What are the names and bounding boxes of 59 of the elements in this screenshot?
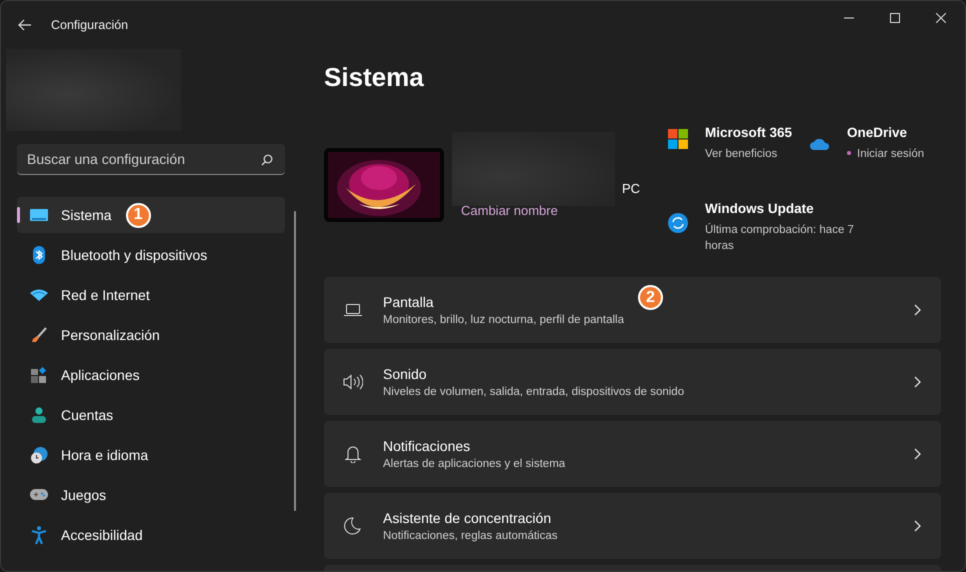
back-icon[interactable]: [18, 19, 32, 31]
card-title: Notificaciones: [383, 438, 472, 454]
moon-icon: [343, 517, 363, 535]
card-subtitle: Alertas de aplicaciones y el sistema: [383, 458, 566, 470]
settings-card[interactable]: Asistente de concentración Notificaciones, reglas automáticas: [324, 493, 941, 559]
sidebar-item[interactable]: Bluetooth y dispositivos: [17, 237, 285, 273]
card-subtitle: Niveles de volumen, salida, entrada, dispositivos de sonido: [383, 386, 684, 398]
card-title: Pantalla: [383, 294, 435, 310]
sidebar-item[interactable]: Aplicaciones: [17, 357, 285, 393]
maximize-icon[interactable]: [890, 13, 900, 23]
speaker-icon: [343, 374, 363, 390]
gamepad-icon: [29, 489, 49, 501]
card-subtitle: Notificaciones, reglas automáticas: [383, 530, 558, 542]
close-icon[interactable]: [936, 13, 946, 23]
sidebar-item[interactable]: Accesibilidad: [17, 517, 285, 553]
sidebar-item[interactable]: Sistema 1: [17, 197, 285, 233]
tile-subtitle: Última comprobación: hace 7 horas: [705, 222, 855, 254]
chevron-icon: [914, 520, 921, 532]
monitor-icon: [29, 209, 49, 221]
tile-title[interactable]: Windows Update: [705, 201, 875, 216]
brush-icon: [29, 327, 49, 343]
tile-subtitle: Ver beneficios: [705, 147, 778, 162]
sync-icon[interactable]: [668, 213, 688, 233]
settings-card[interactable]: Sonido Niveles de volumen, salida, entrada, dispositivos de sonido: [324, 349, 941, 415]
chevron-icon: [914, 304, 921, 316]
person-icon: [29, 407, 49, 423]
window-title: Configuración: [51, 18, 128, 32]
annotation-badge: 1: [126, 202, 151, 228]
sidebar-item[interactable]: Personalización: [17, 317, 285, 353]
page-title: Sistema: [324, 61, 425, 93]
card-title: Asistente de concentración: [383, 510, 552, 526]
sidebar-item[interactable]: Juegos: [17, 477, 285, 513]
sidebar-item[interactable]: Cuentas: [17, 397, 285, 433]
card-subtitle: Monitores, brillo, luz nocturna, perfil de pantalla: [383, 314, 624, 326]
bell-icon: [343, 445, 363, 463]
search-icon[interactable]: [261, 154, 273, 166]
sidebar-item[interactable]: Red e Internet: [17, 277, 285, 313]
device-name: PC: [622, 181, 640, 196]
tile-subtitle: Iniciar sesión: [847, 146, 924, 162]
tile-title[interactable]: OneDrive: [847, 125, 924, 140]
settings-card[interactable]: Pantalla Monitores, brillo, luz nocturna, perfil de pantalla 2: [324, 277, 941, 343]
scrollbar[interactable]: [294, 211, 296, 511]
card-title: Sonido: [383, 366, 428, 382]
tile-title[interactable]: Microsoft 365: [705, 125, 792, 140]
chevron-icon: [914, 376, 921, 388]
clock-globe-icon: [29, 446, 49, 464]
minimize-icon[interactable]: [844, 17, 854, 19]
sidebar-item[interactable]: Hora e idioma: [17, 437, 285, 473]
chevron-icon: [914, 448, 921, 460]
laptop-icon: [343, 303, 363, 317]
apps-icon: [29, 367, 49, 383]
annotation-badge: 2: [638, 285, 663, 310]
cloud-icon[interactable]: [810, 137, 830, 150]
accessibility-icon: [29, 526, 49, 544]
settings-card[interactable]: Notificaciones Alertas de aplicaciones y el sistema: [324, 421, 941, 487]
rename-link[interactable]: Cambiar nombre: [461, 203, 558, 218]
four-squares-icon[interactable]: [668, 129, 688, 149]
wifi-icon: [29, 289, 49, 301]
search-field[interactable]: Buscar una configuración: [17, 144, 285, 175]
